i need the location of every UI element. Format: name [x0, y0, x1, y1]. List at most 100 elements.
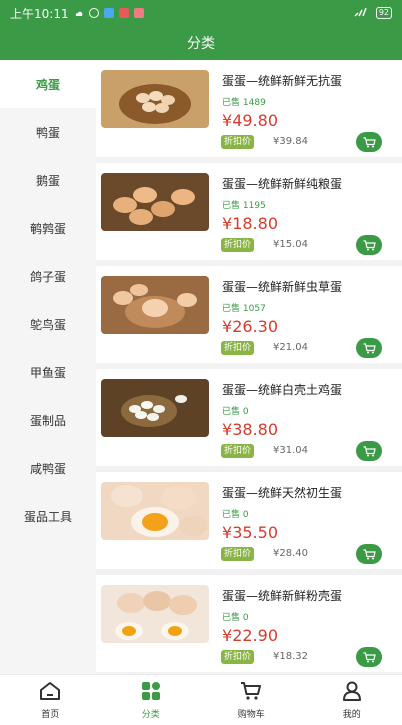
currency-symbol: ¥: [222, 317, 233, 336]
sidebar-item-label: 鸡蛋: [35, 77, 60, 92]
sidebar-item-pigeon-egg[interactable]: 鸽子蛋: [0, 252, 96, 300]
price-amount: 22.90: [232, 626, 278, 645]
sidebar-item-quail-egg[interactable]: 鹌鹑蛋: [0, 204, 96, 252]
product-price: ¥22.90: [222, 626, 278, 645]
tab-label: 首页: [41, 709, 60, 720]
product-title: 蛋蛋—统鲜白壳土鸡蛋: [222, 383, 343, 397]
product-image[interactable]: [101, 585, 209, 643]
tab-label: 购物车: [237, 709, 265, 720]
add-to-cart-button[interactable]: [356, 544, 382, 564]
price-amount: 38.80: [232, 420, 278, 439]
price-amount: 26.30: [232, 317, 278, 336]
add-to-cart-button[interactable]: [356, 132, 382, 152]
discount-price: ¥21.04: [273, 342, 308, 353]
tab-profile[interactable]: 我的: [302, 675, 402, 725]
tab-label: 分类: [141, 709, 160, 720]
product-image[interactable]: [101, 173, 209, 231]
discount-badge: 折扣价: [221, 341, 255, 355]
sidebar-item-egg-products[interactable]: 蛋制品: [0, 396, 96, 444]
tab-category[interactable]: 分类: [101, 675, 202, 725]
sidebar-item-label: 鸭蛋: [35, 125, 60, 140]
page-title: 分类: [187, 36, 215, 52]
sidebar-item-label: 蛋品工具: [23, 509, 72, 524]
status-time: 上午10:11: [10, 6, 69, 21]
product-price: ¥38.80: [222, 420, 278, 439]
sidebar-item-label: 鹌鹑蛋: [29, 221, 66, 236]
discount-badge: 折扣价: [221, 135, 255, 149]
cart-icon: [363, 236, 376, 255]
product-price: ¥26.30: [222, 317, 278, 336]
sold-number: 0: [242, 613, 249, 623]
product-item[interactable]: 蛋蛋—统鲜新鲜纯粮蛋 已售 1195 ¥18.80 折扣价 ¥15.04: [96, 163, 402, 266]
currency-symbol: ¥: [222, 626, 233, 645]
add-to-cart-button[interactable]: [356, 235, 382, 255]
product-price: ¥49.80: [222, 111, 278, 130]
sidebar-item-label: 鸵鸟蛋: [29, 317, 66, 332]
sold-count: 已售 0: [222, 507, 249, 520]
sold-label: 已售: [222, 613, 241, 623]
sold-number: 1195: [242, 201, 266, 211]
sidebar-item-label: 甲鱼蛋: [29, 365, 66, 380]
discount-amount: 39.84: [279, 136, 309, 147]
signal-icon: [354, 6, 370, 20]
discount-amount: 18.32: [279, 651, 309, 662]
sold-number: 0: [242, 510, 249, 520]
sold-count: 已售 0: [222, 404, 249, 417]
sold-count: 已售 1057: [222, 301, 266, 314]
weather-icon: [74, 8, 84, 18]
product-title: 蛋蛋—统鲜新鲜虫草蛋: [222, 280, 343, 294]
discount-price: ¥31.04: [273, 445, 308, 456]
app-notification-icon: [103, 8, 114, 18]
currency-symbol: ¥: [222, 214, 233, 233]
product-item[interactable]: 蛋蛋—统鲜天然初生蛋 已售 0 ¥35.50 折扣价 ¥28.40: [96, 472, 402, 575]
product-title: 蛋蛋—统鲜新鲜粉壳蛋: [222, 589, 343, 603]
sold-count: 已售 1489: [222, 95, 266, 108]
product-image[interactable]: [101, 276, 209, 334]
status-bar: 上午10:11 92: [0, 0, 402, 26]
product-item[interactable]: 蛋蛋—统鲜新鲜粉壳蛋 已售 0 ¥22.90 折扣价 ¥18.32: [96, 575, 402, 678]
discount-badge: 折扣价: [221, 444, 255, 458]
cart-icon: [363, 442, 376, 461]
currency-symbol: ¥: [222, 111, 233, 130]
discount-badge: 折扣价: [221, 238, 255, 252]
category-sidebar: 鸡蛋 鸭蛋 鹅蛋 鹌鹑蛋 鸽子蛋 鸵鸟蛋 甲鱼蛋 蛋制品 咸鸭蛋 蛋品工具: [0, 60, 96, 674]
tab-cart[interactable]: 购物车: [201, 675, 302, 725]
home-icon: [39, 681, 61, 704]
price-amount: 49.80: [232, 111, 278, 130]
sold-number: 0: [242, 407, 249, 417]
product-image[interactable]: [101, 70, 209, 128]
product-image[interactable]: [101, 482, 209, 540]
add-to-cart-button[interactable]: [356, 647, 382, 667]
product-item[interactable]: 蛋蛋—统鲜新鲜无抗蛋 已售 1489 ¥49.80 折扣价 ¥39.84: [96, 60, 402, 163]
tab-home[interactable]: 首页: [0, 675, 101, 725]
sidebar-item-chicken-egg[interactable]: 鸡蛋: [0, 60, 96, 108]
top-nav-bar: 分类: [0, 26, 402, 60]
product-item[interactable]: 蛋蛋—统鲜新鲜虫草蛋 已售 1057 ¥26.30 折扣价 ¥21.04: [96, 266, 402, 369]
sidebar-item-egg-tools[interactable]: 蛋品工具: [0, 492, 96, 540]
sold-number: 1057: [242, 304, 266, 314]
sold-label: 已售: [222, 510, 241, 520]
discount-amount: 28.40: [279, 548, 309, 559]
add-to-cart-button[interactable]: [356, 441, 382, 461]
sidebar-item-ostrich-egg[interactable]: 鸵鸟蛋: [0, 300, 96, 348]
sidebar-item-turtle-egg[interactable]: 甲鱼蛋: [0, 348, 96, 396]
sold-label: 已售: [222, 201, 241, 211]
product-title: 蛋蛋—统鲜新鲜无抗蛋: [222, 74, 343, 88]
product-price: ¥35.50: [222, 523, 278, 542]
sold-count: 已售 1195: [222, 198, 266, 211]
add-to-cart-button[interactable]: [356, 338, 382, 358]
product-image[interactable]: [101, 379, 209, 437]
sidebar-item-goose-egg[interactable]: 鹅蛋: [0, 156, 96, 204]
discount-price: ¥28.40: [273, 548, 308, 559]
currency-symbol: ¥: [222, 523, 233, 542]
cart-icon: [240, 681, 262, 704]
product-price: ¥18.80: [222, 214, 278, 233]
sold-label: 已售: [222, 407, 241, 417]
alarm-icon: [88, 8, 99, 18]
sidebar-item-duck-egg[interactable]: 鸭蛋: [0, 108, 96, 156]
cart-icon: [363, 133, 376, 152]
product-item[interactable]: 蛋蛋—统鲜白壳土鸡蛋 已售 0 ¥38.80 折扣价 ¥31.04: [96, 369, 402, 472]
discount-price: ¥39.84: [273, 136, 308, 147]
sidebar-item-salted-duck-egg[interactable]: 咸鸭蛋: [0, 444, 96, 492]
sold-label: 已售: [222, 304, 241, 314]
